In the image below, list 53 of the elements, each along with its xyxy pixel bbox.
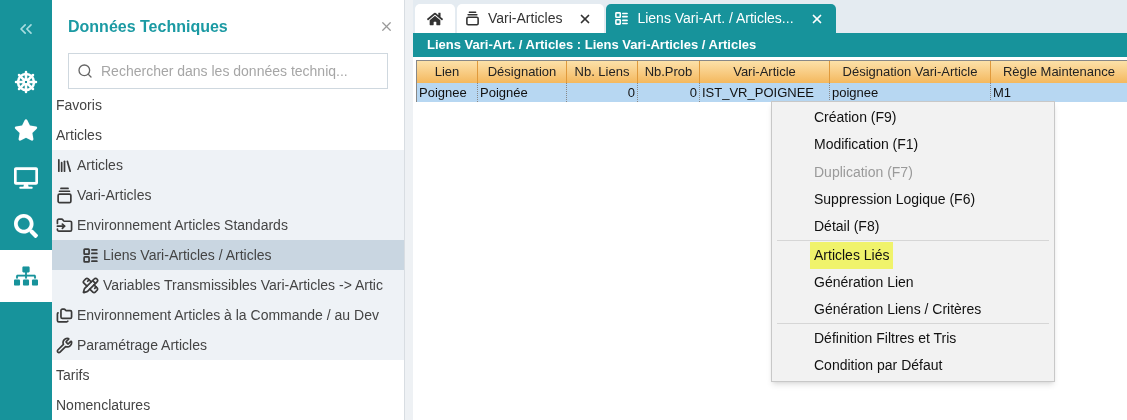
tree-item[interactable]: Environnement Articles Standards: [52, 210, 404, 240]
menu-item[interactable]: Condition par Défaut: [810, 351, 947, 379]
column-header[interactable]: Désignation Vari-Article: [830, 61, 991, 83]
menu-item[interactable]: Génération Liens / Critères: [810, 296, 986, 324]
table-cell: 0: [638, 83, 700, 102]
column-header[interactable]: Vari-Article: [700, 61, 830, 83]
table-cell: Poignée: [478, 83, 567, 102]
tree-item[interactable]: Environnement Articles à la Commande / au Dev: [52, 300, 404, 330]
breadcrumb: Liens Vari-Art. / Articles : Liens Vari-Articles / Articles: [427, 36, 757, 55]
rail-button[interactable]: [0, 250, 52, 302]
star-icon: [14, 118, 38, 142]
column-header[interactable]: Désignation: [478, 61, 567, 83]
search-icon: [77, 63, 93, 79]
menu-item[interactable]: Génération Lien: [810, 268, 918, 296]
cards-icon: [56, 186, 73, 204]
monitor-icon: [14, 166, 38, 190]
cards-icon: [465, 11, 480, 26]
column-header[interactable]: Lien: [417, 61, 478, 83]
menu-item[interactable]: Détail (F8): [810, 213, 884, 241]
tree-item[interactable]: Articles: [52, 150, 404, 180]
search-icon: [14, 214, 38, 238]
column-header[interactable]: Règle Maintenance: [991, 61, 1127, 83]
tab-label: Vari-Articles: [488, 9, 563, 28]
home-icon: [427, 10, 443, 27]
search-field[interactable]: Rechercher dans les données techniq...: [68, 53, 388, 89]
tree-item[interactable]: Paramétrage Articles: [52, 330, 404, 360]
column-header[interactable]: Nb.Prob: [638, 61, 700, 83]
tree-item[interactable]: Variables Transmissibles Vari-Articles -> Artic: [52, 270, 404, 300]
tab[interactable]: Liens Vari-Art. / Articles...: [606, 4, 836, 33]
menu-item[interactable]: Définition Filtres et Tris: [810, 324, 961, 352]
wrench-icon: [56, 336, 73, 354]
home-tab[interactable]: [415, 4, 455, 33]
column-header[interactable]: Nb. Liens: [567, 61, 638, 83]
folder-icon: [56, 216, 73, 234]
sitemap-icon: [14, 264, 38, 288]
tab[interactable]: Vari-Articles: [457, 4, 605, 33]
ship-wheel-icon: [14, 70, 38, 94]
tab-label: Liens Vari-Art. / Articles...: [637, 9, 794, 28]
books-icon: [56, 156, 73, 174]
menu-item[interactable]: Articles Liés: [810, 241, 894, 269]
menu-item[interactable]: Modification (F1): [810, 131, 923, 159]
table-cell: 0: [567, 83, 638, 102]
table-row[interactable]: Poignee Poignée 0 0 IST_VR_POIGNEE poignee M1: [417, 83, 1127, 102]
table-cell: Poignee: [417, 83, 478, 102]
folders-icon: [56, 306, 73, 324]
tree-item[interactable]: Liens Vari-Articles / Articles: [52, 240, 404, 270]
panel-title: Données Techniques: [68, 16, 228, 37]
menu-item[interactable]: Création (F9): [810, 104, 901, 132]
tools-icon: [82, 276, 99, 294]
list-icon: [614, 11, 630, 26]
tree-item[interactable]: Vari-Articles: [52, 180, 404, 210]
menu-item[interactable]: Suppression Logique (F6): [810, 186, 980, 214]
list-icon: [82, 246, 99, 264]
